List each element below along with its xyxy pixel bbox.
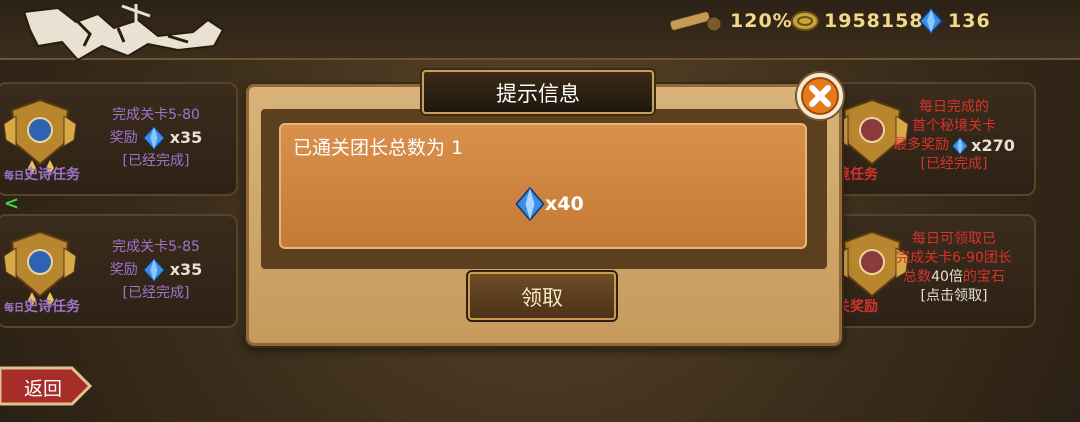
quest-goal: 完成关卡5-80 bbox=[112, 107, 200, 123]
quest-goal-line2: 完成关卡6-90团长 bbox=[896, 250, 1012, 266]
quest-text: 每日完成的 首个秘境关卡 最多奖励 x270 [已经完成] bbox=[880, 98, 1028, 174]
reward-label: 最多奖励 bbox=[893, 137, 950, 153]
gem-icon bbox=[952, 136, 969, 155]
quest-text: 完成关卡5-80 奖励 x35 [已经完成] bbox=[86, 104, 226, 172]
game-logo bbox=[22, 4, 225, 62]
telescope-icon bbox=[669, 11, 722, 32]
daily-label: 每日 bbox=[4, 303, 24, 314]
gem-resource: 136 bbox=[918, 8, 991, 34]
quest-goal-line3a: 总数 bbox=[903, 269, 932, 285]
quest-status: [已经完成] bbox=[122, 285, 190, 301]
dialog-reward-amount: x40 bbox=[545, 193, 584, 215]
dialog-content-frame: 已通关团长总数为 1 x40 bbox=[261, 109, 827, 269]
quest-goal-line2: 首个秘境关卡 bbox=[912, 118, 996, 134]
gem-icon bbox=[142, 126, 165, 150]
claim-button[interactable]: 领取 bbox=[468, 272, 616, 320]
gold-value: 1958158 bbox=[824, 10, 924, 32]
reward-amount: x35 bbox=[169, 260, 203, 279]
dialog-title-box: 提示信息 bbox=[422, 70, 654, 114]
quest-card-epic-1[interactable]: 完成关卡5-80 奖励 x35 [已经完成] 每日史诗任务 bbox=[0, 82, 238, 196]
quest-goal: 完成关卡5-85 bbox=[112, 239, 200, 255]
quest-tag: 每日史诗任务 bbox=[4, 164, 80, 184]
gem-icon bbox=[918, 8, 944, 34]
quest-goal-line1: 每日完成的 bbox=[919, 99, 989, 115]
gem-value: 136 bbox=[948, 10, 991, 32]
claim-label: 领取 bbox=[521, 286, 563, 310]
multiplier-text: 40倍 bbox=[931, 269, 963, 285]
quest-tag: 每日史诗任务 bbox=[4, 296, 80, 316]
quest-type-label: 境任务 bbox=[836, 167, 878, 183]
quest-type-label: 史诗任务 bbox=[24, 299, 80, 315]
gem-icon bbox=[515, 187, 545, 221]
quest-card-epic-2[interactable]: 完成关卡5-85 奖励 x35 [已经完成] 每日史诗任务 bbox=[0, 214, 238, 328]
quest-status: [已经完成] bbox=[122, 153, 190, 169]
quest-status: [已经完成] bbox=[920, 156, 988, 172]
quest-type-label: 关奖励 bbox=[836, 299, 878, 315]
energy-value: 120% bbox=[730, 10, 793, 32]
dialog-message: 已通关团长总数为 1 bbox=[293, 137, 464, 159]
quest-goal-line3c: 的宝石 bbox=[962, 269, 1005, 285]
quest-card-boss[interactable]: 每日可领取已 完成关卡6-90团长 总数40倍的宝石 [点击领取] 关奖励 bbox=[808, 214, 1036, 328]
quest-text: 完成关卡5-85 奖励 x35 [已经完成] bbox=[86, 236, 226, 304]
reward-amount: x35 bbox=[169, 128, 203, 147]
dialog-message-panel: 已通关团长总数为 1 x40 bbox=[279, 123, 807, 249]
reward-amount: x270 bbox=[971, 136, 1015, 155]
dialog-title: 提示信息 bbox=[496, 82, 580, 106]
reward-label: 奖励 bbox=[109, 262, 138, 278]
claim-status-link[interactable]: [点击领取] bbox=[880, 287, 1028, 306]
quest-goal-line1: 每日可领取已 bbox=[912, 231, 996, 247]
close-icon[interactable] bbox=[794, 70, 846, 122]
gold-resource: 1958158 bbox=[790, 8, 924, 34]
back-button[interactable]: 返回 bbox=[0, 366, 93, 406]
scroll-left-arrow[interactable]: < bbox=[4, 193, 19, 214]
dialog-reward: x40 bbox=[515, 187, 584, 221]
quest-type-label: 史诗任务 bbox=[24, 167, 80, 183]
energy-resource: 120% bbox=[668, 8, 793, 34]
reward-label: 奖励 bbox=[109, 130, 138, 146]
gold-coin-icon bbox=[791, 11, 819, 31]
gem-icon bbox=[142, 258, 165, 282]
back-label: 返回 bbox=[24, 378, 63, 400]
quest-text: 每日可领取已 完成关卡6-90团长 总数40倍的宝石 [点击领取] bbox=[880, 230, 1028, 306]
daily-label: 每日 bbox=[4, 171, 24, 182]
